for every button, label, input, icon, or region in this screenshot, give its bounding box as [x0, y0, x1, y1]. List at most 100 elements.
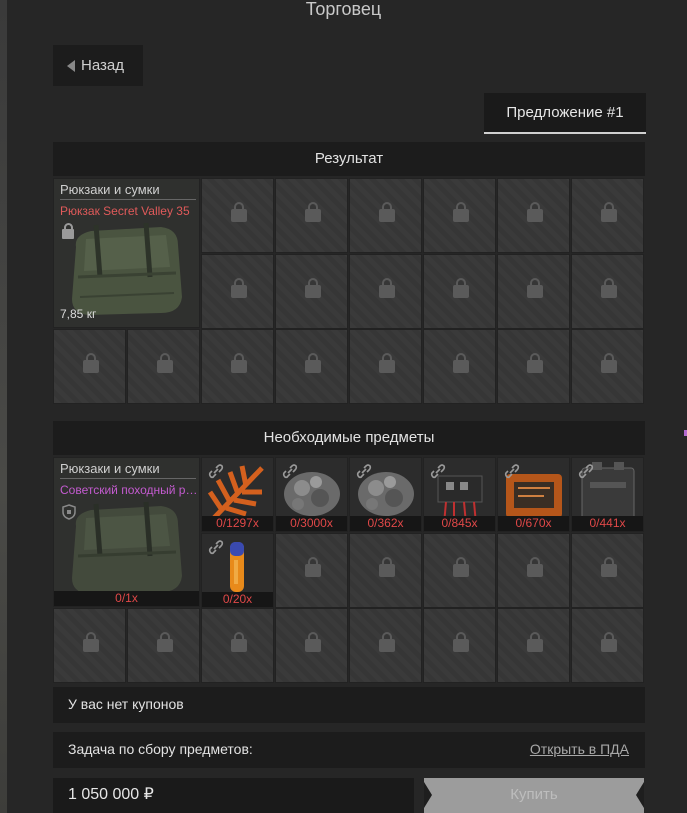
lock-icon	[527, 353, 543, 373]
link-icon	[282, 464, 298, 479]
link-icon	[578, 464, 594, 479]
lock-icon	[83, 632, 99, 652]
shield-icon	[62, 504, 76, 520]
page-title: Торговец	[305, 0, 382, 19]
lock-icon	[527, 278, 543, 298]
item-count: 0/3000x	[276, 516, 347, 531]
item-category: Рюкзаки и сумки	[60, 182, 196, 200]
lock-icon	[453, 202, 469, 222]
locked-slot	[571, 533, 644, 608]
locked-slot	[275, 329, 348, 404]
locked-slot	[201, 329, 274, 404]
locked-slot	[349, 608, 422, 683]
locked-slot	[349, 533, 422, 608]
required-grid: Рюкзаки и сумки Советский походный рю.. …	[53, 457, 645, 683]
result-item-slot[interactable]: Рюкзаки и сумки Рюкзак Secret Valley 35 …	[53, 178, 200, 328]
coupons-bar: У вас нет купонов	[53, 687, 645, 723]
tab-offer-1[interactable]: Предложение #1	[484, 93, 646, 134]
lock-icon	[601, 353, 617, 373]
item-count: 0/1297x	[202, 516, 273, 531]
lock-icon	[305, 632, 321, 652]
locked-slot	[201, 608, 274, 683]
required-item-slot[interactable]: 0/670x	[497, 457, 570, 532]
item-count: 0/845x	[424, 516, 495, 531]
result-grid: Рюкзаки и сумки Рюкзак Secret Valley 35 …	[53, 178, 645, 404]
locked-slot	[201, 254, 274, 329]
locked-slot	[423, 329, 496, 404]
coupons-text: У вас нет купонов	[68, 696, 184, 712]
lock-icon	[157, 632, 173, 652]
lock-icon	[379, 353, 395, 373]
task-bar: Задача по сбору предметов: Открыть в ПДА	[53, 732, 645, 768]
lock-icon	[305, 278, 321, 298]
lock-icon	[527, 202, 543, 222]
lock-icon	[379, 632, 395, 652]
lock-icon	[601, 557, 617, 577]
locked-slot	[423, 178, 496, 253]
locked-slot	[275, 178, 348, 253]
locked-slot	[571, 608, 644, 683]
lock-icon	[453, 632, 469, 652]
lock-icon	[527, 557, 543, 577]
locked-slot	[349, 178, 422, 253]
item-count: 0/441x	[572, 516, 643, 531]
locked-slot	[53, 329, 126, 404]
required-item-slot[interactable]: 0/362x	[349, 457, 422, 532]
locked-slot	[127, 608, 200, 683]
lock-icon	[231, 202, 247, 222]
lock-icon	[231, 278, 247, 298]
lock-icon	[157, 353, 173, 373]
locked-slot	[349, 329, 422, 404]
lock-icon	[379, 202, 395, 222]
item-name: Рюкзак Secret Valley 35	[60, 204, 190, 218]
lock-icon	[453, 353, 469, 373]
lock-icon	[305, 353, 321, 373]
locked-slot	[423, 533, 496, 608]
open-pda-link[interactable]: Открыть в ПДА	[530, 732, 629, 767]
required-header: Необходимые предметы	[53, 421, 645, 455]
lock-icon	[379, 557, 395, 577]
locked-slot	[497, 533, 570, 608]
background-strip	[0, 0, 7, 813]
item-count: 0/1x	[54, 591, 199, 606]
link-icon	[208, 540, 224, 555]
lock-icon	[601, 278, 617, 298]
lock-icon	[305, 202, 321, 222]
lock-icon	[305, 557, 321, 577]
locked-slot	[497, 608, 570, 683]
item-count: 0/362x	[350, 516, 421, 531]
locked-slot	[53, 608, 126, 683]
result-header: Результат	[53, 142, 645, 176]
locked-slot	[201, 178, 274, 253]
backpack-icon	[72, 501, 182, 594]
lock-icon	[453, 278, 469, 298]
lock-icon	[453, 557, 469, 577]
item-category: Рюкзаки и сумки	[60, 461, 196, 479]
required-item-slot[interactable]: 0/1297x	[201, 457, 274, 532]
buy-button[interactable]: Купить	[424, 778, 644, 813]
locked-slot	[275, 608, 348, 683]
link-icon	[208, 464, 224, 479]
lock-icon	[231, 632, 247, 652]
price-display: 1 050 000 ₽	[53, 778, 414, 813]
back-button[interactable]: Назад	[53, 45, 143, 86]
item-count: 0/670x	[498, 516, 569, 531]
link-icon	[430, 464, 446, 479]
lock-icon	[62, 223, 74, 239]
lock-icon	[379, 278, 395, 298]
backpack-icon	[72, 222, 182, 315]
required-item-slot[interactable]: 0/3000x	[275, 457, 348, 532]
required-item-slot[interactable]: 0/845x	[423, 457, 496, 532]
locked-slot	[571, 178, 644, 253]
arrow-left-icon	[67, 59, 75, 72]
lock-icon	[231, 353, 247, 373]
required-main-item-slot[interactable]: Рюкзаки и сумки Советский походный рю.. …	[53, 457, 200, 607]
item-count: 0/20x	[202, 592, 273, 607]
locked-slot	[423, 608, 496, 683]
locked-slot	[497, 329, 570, 404]
required-item-slot[interactable]: 0/441x	[571, 457, 644, 532]
locked-slot	[127, 329, 200, 404]
locked-slot	[275, 254, 348, 329]
locked-slot	[423, 254, 496, 329]
required-item-slot[interactable]: 0/20x	[201, 533, 274, 608]
